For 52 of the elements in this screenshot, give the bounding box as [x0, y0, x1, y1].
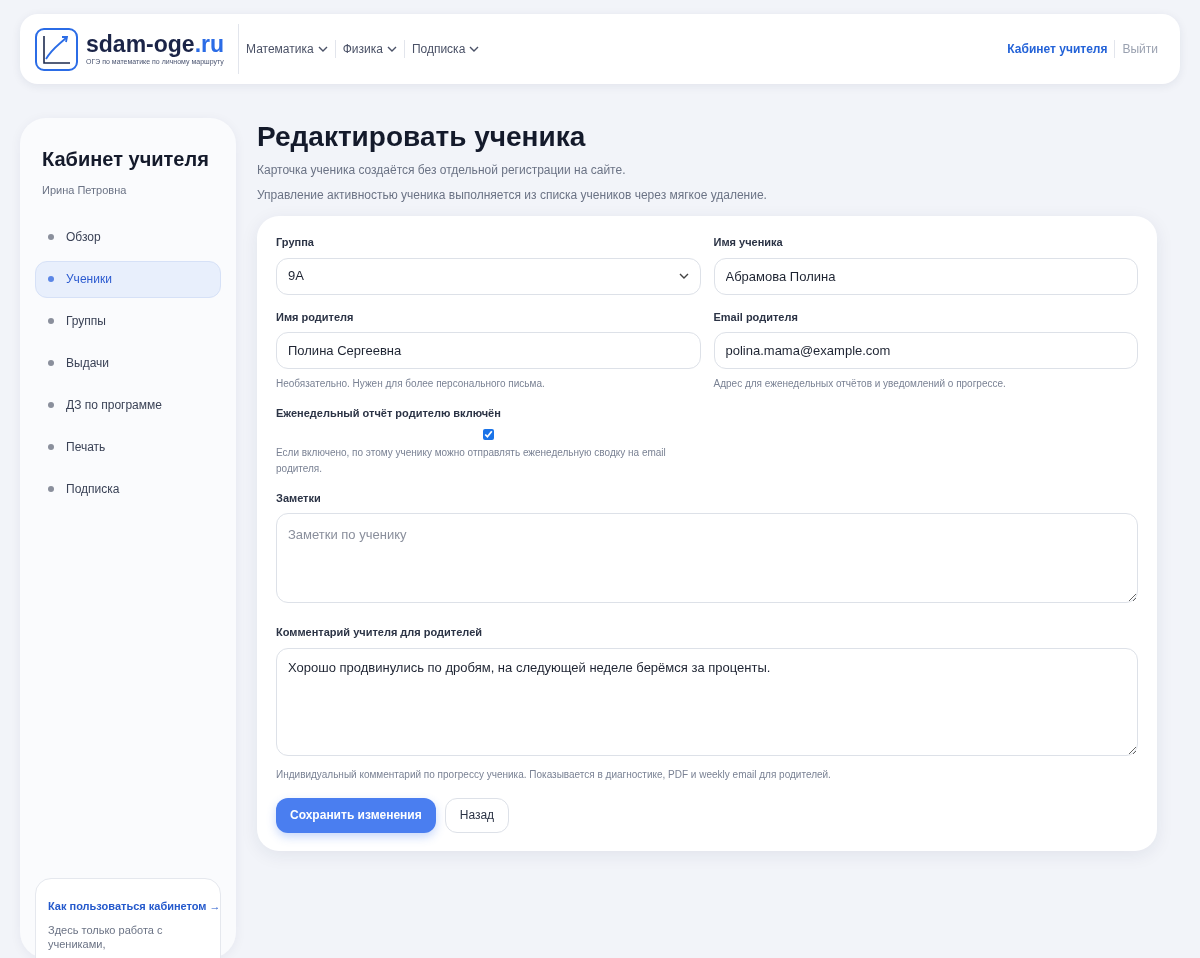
logo-domain: .ru — [194, 30, 225, 57]
chevron-down-icon — [317, 46, 328, 52]
logo-name: sdam-oge — [86, 30, 195, 57]
help-link[interactable]: Как пользоваться кабинетом → — [48, 898, 221, 914]
field-hint: Адрес для еженедельных отчётов и уведомлений о прогрессе. — [713, 377, 1007, 391]
nav-menu[interactable]: Физика — [334, 40, 404, 58]
parent-name-field[interactable]: Полина Сергеевна — [276, 332, 701, 369]
field-label: Заметки — [276, 490, 322, 506]
sidebar-item[interactable]: Группы — [35, 302, 221, 340]
back-button[interactable]: Назад — [444, 797, 510, 833]
bullet-icon — [48, 402, 54, 408]
account-link[interactable]: Кабинет учителя — [1000, 40, 1115, 58]
notes-field[interactable]: Заметки по ученику — [276, 513, 1138, 603]
parent-email-field[interactable]: polina.mama@example.com — [713, 332, 1138, 369]
sidebar-title: Кабинет учителя — [41, 147, 210, 172]
field-label: Группа — [276, 235, 315, 250]
save-button[interactable]: Сохранить изменения — [276, 797, 436, 833]
sidebar-item[interactable]: Печать — [35, 428, 221, 466]
page-title: Редактировать ученика — [257, 120, 587, 154]
field-label: Еженедельный отчёт родителю включён — [276, 406, 502, 421]
field-label: Имя родителя — [276, 309, 355, 325]
bullet-icon — [48, 276, 54, 282]
group-select[interactable]: 9А — [276, 257, 701, 295]
field-hint: Если включено, по этому ученику можно отправлять еженедельную сводку на email родителя. — [276, 445, 667, 476]
sidebar-item[interactable]: Выдачи — [35, 344, 221, 382]
sidebar-item[interactable]: Обзор — [35, 218, 221, 256]
page-note: Карточка ученика создаётся без отдельной регистрации на сайте. — [257, 162, 627, 179]
field-label: Комментарий учителя для родителей — [276, 625, 484, 640]
sidebar-item[interactable]: Ученики — [35, 260, 221, 298]
chevron-down-icon — [469, 46, 480, 52]
nav-menu[interactable]: Математика — [239, 40, 335, 58]
chart-logo-icon[interactable] — [35, 27, 78, 71]
student-name-field[interactable]: Абрамова Полина — [713, 257, 1138, 295]
comment-field[interactable]: Хорошо продвинулись по дробям, на следующей неделе берёмся за проценты. — [276, 647, 1138, 756]
bullet-icon — [48, 234, 54, 240]
page-note: Управление активностью ученика выполняется из списка учеников через мягкое удаление. — [257, 187, 768, 204]
bullet-icon — [48, 318, 54, 324]
sidebar-item[interactable]: ДЗ по программе — [35, 386, 221, 424]
field-hint: Необязательно. Нужен для более персонального письма. — [276, 377, 546, 391]
nav-menu[interactable]: Подписка — [403, 40, 487, 58]
chevron-down-icon — [678, 273, 689, 279]
bullet-icon — [48, 360, 54, 366]
bullet-icon — [48, 486, 54, 492]
chevron-down-icon — [386, 46, 397, 52]
field-hint: Индивидуальный комментарий по прогрессу ученика. Показывается в диагностике, PDF и weekly email для родителей. — [276, 767, 832, 782]
help-text: Здесь только работа с учениками, — [48, 923, 164, 951]
field-label: Имя ученика — [713, 235, 784, 250]
bullet-icon — [48, 444, 54, 450]
field-label: Email родителя — [713, 309, 799, 325]
teacher-name: Ирина Петровна — [41, 183, 128, 198]
sidebar-item[interactable]: Подписка — [35, 470, 221, 508]
weekly-report-checkbox[interactable] — [482, 428, 494, 440]
